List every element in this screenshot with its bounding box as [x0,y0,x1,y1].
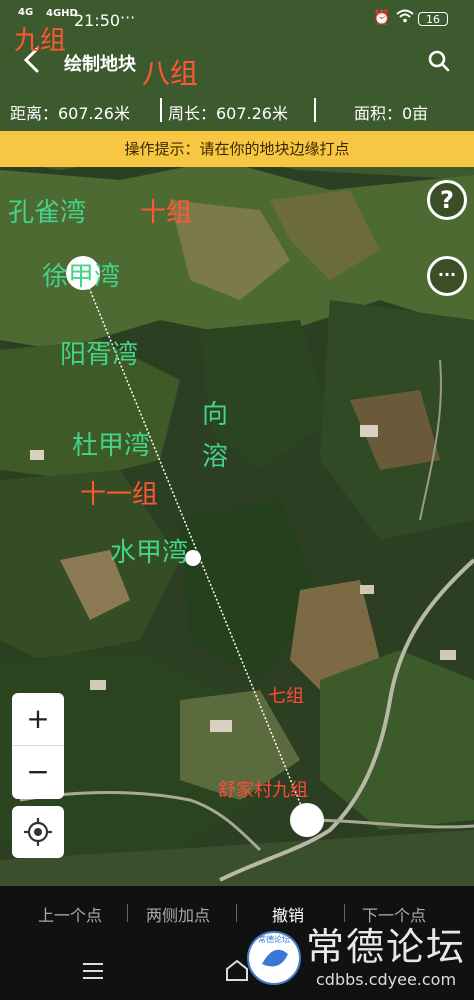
watermark-url: cdbbs.cdyee.com [316,970,457,989]
zoom-out-button[interactable]: − [12,746,64,798]
logo-text: 常德论坛 [258,934,290,944]
measurement-stats: 距离：607.26米 周长：607.26米 面积：0亩 [0,92,474,128]
map-label: 七组 [268,686,304,707]
top-bar: 绘制地块 [0,40,474,88]
map-label: 杜甲湾 [72,431,151,461]
locate-icon [24,818,52,846]
map-label: 十一组 [80,480,159,510]
map-label: 水甲湾 [110,538,189,568]
add-both-sides-button[interactable]: 两侧加点 [146,902,210,926]
notification-dots: ··· [120,8,136,27]
status-bar: 4G 4GHD 21:50 ··· ⏰ 16 [0,0,474,40]
wifi-icon [396,9,414,27]
map-label: 孔雀湾 [8,198,87,228]
watermark-text: 常德论坛 [306,925,467,969]
map-label: 舒家村九组 [218,780,308,801]
distance-stat: 距离：607.26米 [10,104,130,123]
battery-icon: 16 [418,12,448,26]
search-icon[interactable] [428,50,450,72]
forum-logo-icon: 常德论坛 [247,931,301,985]
prev-point-button[interactable]: 上一个点 [38,902,102,926]
stats-divider [314,98,316,122]
map-point-end [290,803,324,837]
map-label: 向 [202,400,229,430]
help-button[interactable]: ? [427,180,467,220]
operation-hint: 操作提示：请在你的地块边缘打点 [0,131,474,167]
perimeter-stat: 周长：607.26米 [168,104,288,123]
action-divider [236,904,237,922]
area-stat: 面积：0亩 [354,104,429,123]
action-divider [127,904,128,922]
zoom-in-button[interactable]: + [12,693,64,745]
map-label: 八组 [142,57,199,90]
forum-watermark: 常德论坛 常德论坛 cdbbs.cdyee.com [244,920,468,996]
map-label: 阳胥湾 [60,340,139,370]
map-label: 徐甲湾 [42,262,121,292]
locate-button[interactable] [12,806,64,858]
alarm-icon: ⏰ [373,10,391,26]
zoom-controls: + − [12,693,64,799]
status-time: 21:50 [74,11,121,30]
page-title: 绘制地块 [64,54,136,75]
map-label: 九组 [14,26,67,56]
network-indicator-1: 4G [18,7,34,18]
menu-nav-icon[interactable] [82,962,104,980]
more-icon: ··· [437,265,457,284]
map-label: 溶 [202,442,229,472]
map-label: 十组 [140,198,193,228]
help-icon: ? [440,186,454,214]
more-button[interactable]: ··· [427,256,467,296]
stats-divider [160,98,162,122]
